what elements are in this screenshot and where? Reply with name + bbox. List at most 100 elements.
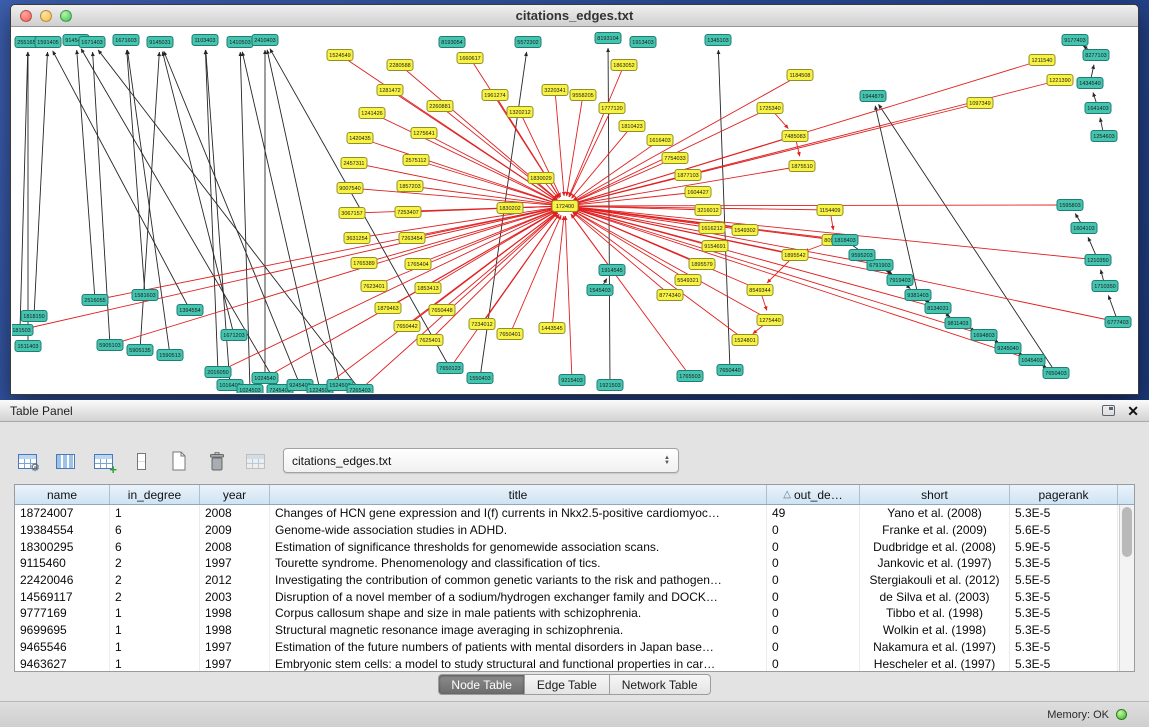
graph-node[interactable]: 2575112 bbox=[403, 155, 429, 166]
graph-node[interactable]: 1595803 bbox=[1057, 200, 1083, 211]
column-header-title[interactable]: title bbox=[270, 485, 767, 504]
graph-node[interactable]: 8277103 bbox=[1083, 50, 1109, 61]
graph-node[interactable]: 2280588 bbox=[387, 60, 413, 71]
table-row[interactable]: 969969511998Structural magnetic resonanc… bbox=[15, 622, 1119, 639]
table-row[interactable]: 1872400712008Changes of HCN gene express… bbox=[15, 505, 1119, 522]
graph-node[interactable]: 7650403 bbox=[1043, 368, 1069, 379]
graph-node[interactable]: 1921503 bbox=[597, 380, 623, 391]
graph-node[interactable]: 5905135 bbox=[127, 345, 153, 356]
graph-node[interactable]: 1045403 bbox=[1019, 355, 1045, 366]
graph-node[interactable]: 1221390 bbox=[1047, 75, 1073, 86]
graph-node[interactable]: 9007540 bbox=[337, 183, 363, 194]
graph-node[interactable]: 9245040 bbox=[995, 343, 1021, 354]
graph-node[interactable]: 1545403 bbox=[587, 285, 613, 296]
graph-node[interactable]: 1524549 bbox=[327, 50, 353, 61]
table-row[interactable]: 2242004622012Investigating the contribut… bbox=[15, 572, 1119, 589]
graph-node[interactable]: 7485083 bbox=[782, 131, 808, 142]
graph-node[interactable]: 9595203 bbox=[849, 250, 875, 261]
graph-node[interactable]: 8193054 bbox=[439, 37, 465, 48]
graph-node[interactable]: 9145031 bbox=[147, 37, 173, 48]
graph-node[interactable]: 7265403 bbox=[347, 385, 373, 394]
graph-node[interactable]: 1725340 bbox=[757, 103, 783, 114]
graph-node[interactable]: 9811403 bbox=[945, 318, 971, 329]
graph-node[interactable]: 1184508 bbox=[787, 70, 813, 81]
add-column-icon[interactable]: + bbox=[90, 448, 116, 474]
tab-node-table[interactable]: Node Table bbox=[438, 674, 525, 695]
graph-node[interactable]: 1863052 bbox=[611, 60, 637, 71]
graph-node[interactable]: 7650401 bbox=[497, 329, 523, 340]
graph-node[interactable]: 1434540 bbox=[1077, 78, 1103, 89]
graph-node[interactable]: 1660617 bbox=[457, 53, 483, 64]
graph-node[interactable]: 1604427 bbox=[685, 187, 711, 198]
graph-node[interactable]: 1097349 bbox=[967, 98, 993, 109]
graph-node[interactable]: 2260881 bbox=[427, 101, 453, 112]
tab-network-table[interactable]: Network Table bbox=[610, 674, 711, 695]
tab-edge-table[interactable]: Edge Table bbox=[525, 674, 610, 695]
zoom-window-button[interactable] bbox=[60, 10, 72, 22]
import-table-icon[interactable] bbox=[242, 448, 268, 474]
graph-node[interactable]: 9177403 bbox=[1062, 35, 1088, 46]
graph-node[interactable]: 1549302 bbox=[732, 225, 758, 236]
table-row[interactable]: 1456911722003Disruption of a novel membe… bbox=[15, 588, 1119, 605]
graph-node[interactable]: 1879463 bbox=[375, 303, 401, 314]
table-row[interactable]: 1830029562008Estimation of significance … bbox=[15, 538, 1119, 555]
graph-node[interactable]: 8549344 bbox=[747, 285, 773, 296]
graph-node[interactable]: 7650440 bbox=[717, 365, 743, 376]
column-header-short[interactable]: short bbox=[860, 485, 1010, 504]
graph-node[interactable]: 9181503 bbox=[12, 325, 33, 336]
table-settings-icon[interactable]: ⚙ bbox=[14, 448, 40, 474]
minimize-window-button[interactable] bbox=[40, 10, 52, 22]
graph-node[interactable]: 1443545 bbox=[539, 323, 565, 334]
graph-node[interactable]: 3631254 bbox=[344, 233, 370, 244]
graph-node[interactable]: 1024540 bbox=[252, 373, 278, 384]
graph-node[interactable]: 9381403 bbox=[905, 290, 931, 301]
graph-node[interactable]: 7623401 bbox=[361, 281, 387, 292]
graph-node[interactable]: 8193104 bbox=[595, 33, 621, 44]
graph-node[interactable]: 1154409 bbox=[817, 205, 843, 216]
graph-node[interactable]: 1241426 bbox=[359, 108, 385, 119]
graph-node[interactable]: 7650442 bbox=[394, 321, 420, 332]
graph-node[interactable]: 5549321 bbox=[675, 275, 701, 286]
table-row[interactable]: 946554611997Estimation of the future num… bbox=[15, 639, 1119, 656]
graph-node[interactable]: 1590513 bbox=[157, 350, 183, 361]
graph-node[interactable]: 1511403 bbox=[15, 341, 41, 352]
graph-node[interactable]: 1694803 bbox=[971, 330, 997, 341]
graph-node[interactable]: 1345103 bbox=[705, 35, 731, 46]
graph-node[interactable]: 3067157 bbox=[339, 208, 365, 219]
graph-node[interactable]: 7650448 bbox=[429, 305, 455, 316]
graph-node[interactable]: 5905103 bbox=[97, 340, 123, 351]
graph-node[interactable]: 1103403 bbox=[192, 35, 218, 46]
graph-node[interactable]: 1591405 bbox=[35, 37, 61, 48]
column-header-pagerank[interactable]: pagerank bbox=[1010, 485, 1118, 504]
column-header-name[interactable]: name bbox=[15, 485, 110, 504]
graph-node[interactable]: 1550403 bbox=[467, 373, 493, 384]
graph-node[interactable]: 1394554 bbox=[177, 305, 203, 316]
merge-rows-icon[interactable] bbox=[128, 448, 154, 474]
graph-node[interactable]: 1641403 bbox=[1085, 103, 1111, 114]
graph-node[interactable]: 1254603 bbox=[1091, 131, 1117, 142]
graph-node[interactable]: 1275440 bbox=[757, 315, 783, 326]
graph-node[interactable]: 2516055 bbox=[82, 295, 108, 306]
column-visibility-icon[interactable] bbox=[52, 448, 78, 474]
graph-node[interactable]: 1830029 bbox=[528, 173, 554, 184]
graph-node[interactable]: 1777120 bbox=[599, 103, 625, 114]
graph-node[interactable]: 7754033 bbox=[662, 153, 688, 164]
graph-node[interactable]: 1420435 bbox=[347, 133, 373, 144]
graph-node[interactable]: 7919403 bbox=[887, 275, 913, 286]
new-file-icon[interactable] bbox=[166, 448, 192, 474]
delete-icon[interactable] bbox=[204, 448, 230, 474]
table-row[interactable]: 1938455462009Genome-wide association stu… bbox=[15, 522, 1119, 539]
graph-node[interactable]: 172400 bbox=[552, 201, 578, 212]
graph-node[interactable]: 1211540 bbox=[1029, 55, 1055, 66]
graph-node[interactable]: 2457311 bbox=[341, 158, 367, 169]
graph-node[interactable]: 2016050 bbox=[205, 367, 231, 378]
table-row[interactable]: 911546021997Tourette syndrome. Phenomeno… bbox=[15, 555, 1119, 572]
graph-node[interactable]: 9558205 bbox=[570, 90, 596, 101]
graph-node[interactable]: 1275641 bbox=[411, 128, 437, 139]
network-view[interactable]: 172400 1281472 1241426 1420435 2457311 900754… bbox=[12, 28, 1137, 393]
graph-node[interactable]: 3220341 bbox=[542, 85, 568, 96]
graph-node[interactable]: 1913403 bbox=[630, 37, 656, 48]
graph-node[interactable]: 1830202 bbox=[497, 203, 523, 214]
close-panel-icon[interactable]: ✕ bbox=[1127, 404, 1139, 418]
graph-node[interactable]: 1281472 bbox=[377, 85, 403, 96]
